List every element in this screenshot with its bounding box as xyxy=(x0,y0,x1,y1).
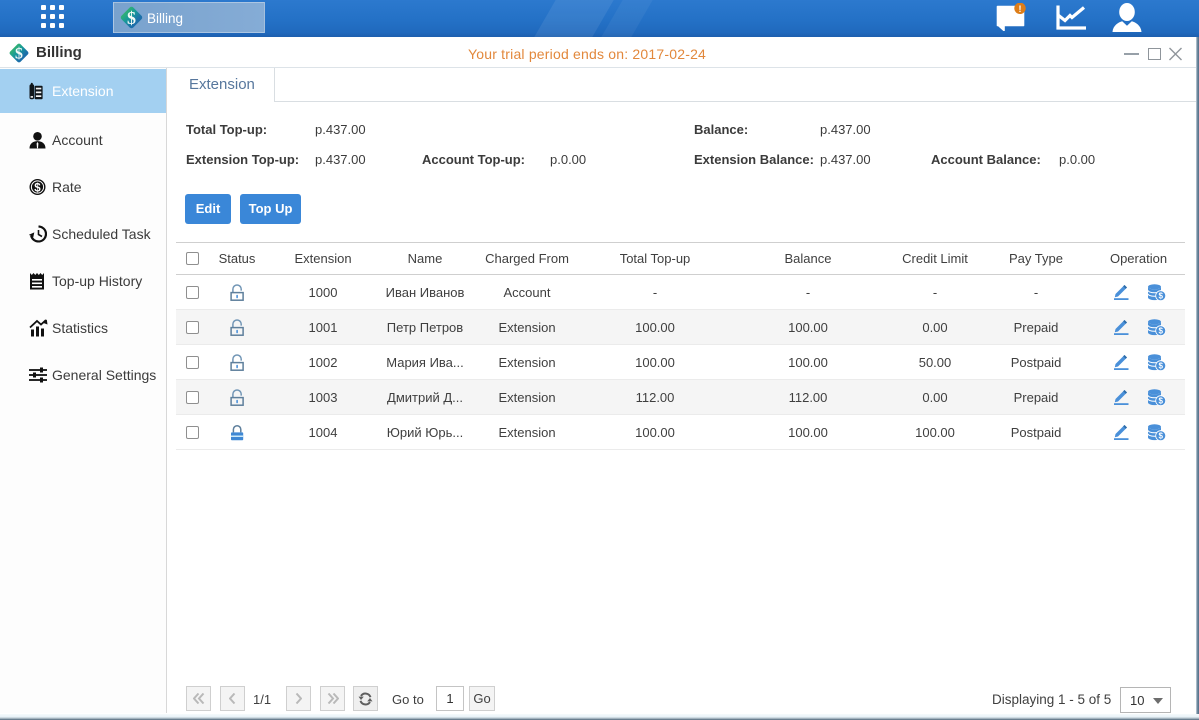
svg-text:!: ! xyxy=(1019,4,1022,14)
svg-text:$: $ xyxy=(127,8,136,28)
svg-text:$: $ xyxy=(34,183,41,195)
svg-text:$: $ xyxy=(15,46,23,63)
